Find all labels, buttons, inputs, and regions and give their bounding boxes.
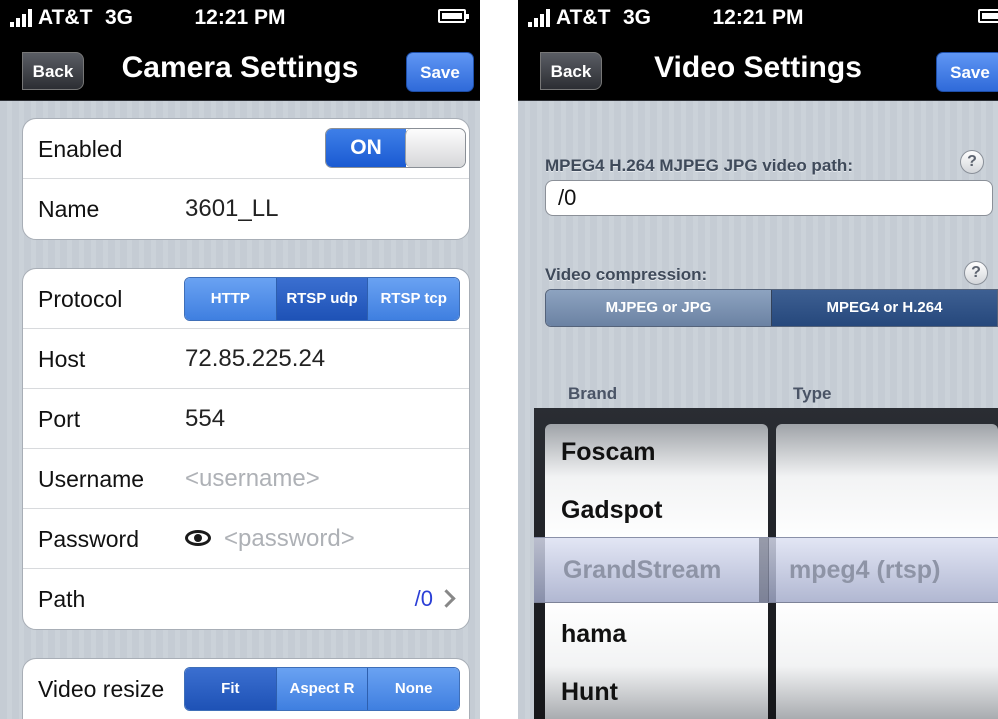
status-bar: AT&T 3G 12:21 PM <box>518 0 998 37</box>
path-row[interactable]: Path /0 <box>23 569 469 629</box>
battery-icon <box>978 9 998 23</box>
video-resize-row: Video resize Fit Aspect R None <box>23 659 469 719</box>
eye-icon[interactable] <box>185 530 211 546</box>
clock: 12:21 PM <box>712 6 804 29</box>
clock: 12:21 PM <box>194 6 286 29</box>
brand-column-header: Brand <box>568 384 618 403</box>
enabled-label: Enabled <box>38 136 123 162</box>
type-column-header: Type <box>793 384 832 403</box>
video-settings-screen: AT&T 3G 12:21 PM Back Video Settings Sav… <box>518 0 998 719</box>
port-row[interactable]: Port 554 <box>23 389 469 449</box>
video-compression-label: Video compression: <box>545 265 708 284</box>
host-label: Host <box>38 346 86 372</box>
navigation-bar: Back Camera Settings Save <box>0 37 480 101</box>
selected-brand[interactable]: GrandStream <box>563 556 721 585</box>
picker-item[interactable]: Hunt <box>561 678 618 707</box>
display-group: Video resize Fit Aspect R None <box>22 658 470 719</box>
name-field[interactable]: 3601_LL <box>185 195 278 223</box>
toggle-on-label: ON <box>326 129 406 167</box>
path-label: Path <box>38 586 86 612</box>
protocol-option-http[interactable]: HTTP <box>185 278 276 320</box>
port-field[interactable]: 554 <box>185 405 225 433</box>
navigation-bar: Back Video Settings Save <box>518 37 998 101</box>
toggle-knob <box>405 129 465 167</box>
username-row[interactable]: Username <username> <box>23 449 469 509</box>
compression-option-mpeg4[interactable]: MPEG4 or H.264 <box>771 290 997 326</box>
compression-option-mjpeg[interactable]: MJPEG or JPG <box>546 290 771 326</box>
username-field[interactable]: <username> <box>185 465 320 493</box>
picker-item[interactable]: Foscam <box>561 438 655 467</box>
compression-segmented-control[interactable]: MJPEG or JPG MPEG4 or H.264 <box>545 289 998 327</box>
video-path-input[interactable]: /0 <box>545 180 993 216</box>
selection-divider <box>759 538 769 602</box>
protocol-option-rtsp-tcp[interactable]: RTSP tcp <box>367 278 459 320</box>
save-button[interactable]: Save <box>936 52 998 92</box>
password-label: Password <box>38 526 139 552</box>
port-label: Port <box>38 406 81 432</box>
protocol-option-rtsp-udp[interactable]: RTSP udp <box>275 278 368 320</box>
protocol-row: Protocol HTTP RTSP udp RTSP tcp <box>23 269 469 329</box>
host-row[interactable]: Host 72.85.225.24 <box>23 329 469 389</box>
username-label: Username <box>38 466 145 492</box>
help-icon[interactable]: ? <box>964 261 988 285</box>
video-resize-label: Video resize <box>38 676 165 702</box>
picker-item[interactable]: Gadspot <box>561 496 662 525</box>
help-icon[interactable]: ? <box>960 150 984 174</box>
host-field[interactable]: 72.85.225.24 <box>185 345 325 373</box>
path-value: /0 <box>414 586 433 611</box>
video-resize-segmented-control[interactable]: Fit Aspect R None <box>184 667 460 711</box>
camera-settings-screen: AT&T 3G 12:21 PM Back Camera Settings Sa… <box>0 0 480 719</box>
protocol-segmented-control[interactable]: HTTP RTSP udp RTSP tcp <box>184 277 460 321</box>
resize-option-fit[interactable]: Fit <box>185 668 276 710</box>
enabled-toggle[interactable]: ON <box>325 128 466 168</box>
protocol-label: Protocol <box>38 286 123 312</box>
chevron-right-icon <box>437 589 456 608</box>
password-row[interactable]: Password <password> <box>23 509 469 569</box>
name-row[interactable]: Name 3601_LL <box>23 179 469 239</box>
name-label: Name <box>38 196 100 222</box>
general-group: Enabled ON Name 3601_LL <box>22 118 470 240</box>
page-title: Video Settings <box>654 51 862 84</box>
resize-option-aspect[interactable]: Aspect R <box>275 668 368 710</box>
video-path-label: MPEG4 H.264 MJPEG JPG video path: <box>545 156 853 175</box>
password-field[interactable]: <password> <box>224 525 355 553</box>
picker-item[interactable]: hama <box>561 620 626 649</box>
selected-type[interactable]: mpeg4 (rtsp) <box>789 556 940 585</box>
connection-group: Protocol HTTP RTSP udp RTSP tcp Host 72.… <box>22 268 470 630</box>
save-button[interactable]: Save <box>406 52 474 92</box>
resize-option-none[interactable]: None <box>367 668 459 710</box>
battery-icon <box>438 9 469 23</box>
status-bar: AT&T 3G 12:21 PM <box>0 0 480 37</box>
enabled-row: Enabled ON <box>23 119 469 179</box>
